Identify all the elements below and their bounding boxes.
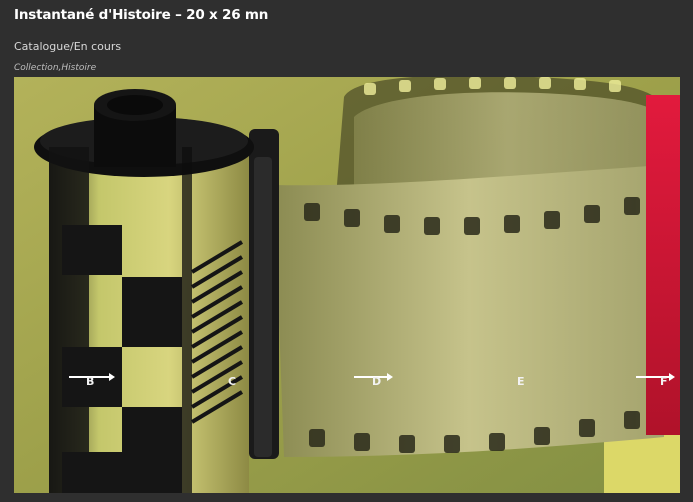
marker-c-label: C bbox=[228, 375, 236, 388]
marker-f-label: F bbox=[660, 375, 668, 388]
marker-e[interactable]: E bbox=[517, 375, 525, 388]
breadcrumb[interactable]: Catalogue/En cours bbox=[14, 40, 679, 54]
page-header: Instantané d'Histoire – 20 x 26 mn Catal… bbox=[14, 6, 679, 74]
video-player[interactable]: B C D E F bbox=[14, 77, 680, 493]
tags[interactable]: Collection,Histoire bbox=[14, 62, 679, 74]
page-title: Instantané d'Histoire – 20 x 26 mn bbox=[14, 7, 269, 23]
video-frame: B C D E F bbox=[14, 77, 680, 493]
marker-b-label: B bbox=[86, 375, 94, 388]
marker-c[interactable]: C bbox=[228, 375, 236, 388]
marker-d-label: D bbox=[372, 375, 381, 388]
marker-e-label: E bbox=[517, 375, 525, 388]
